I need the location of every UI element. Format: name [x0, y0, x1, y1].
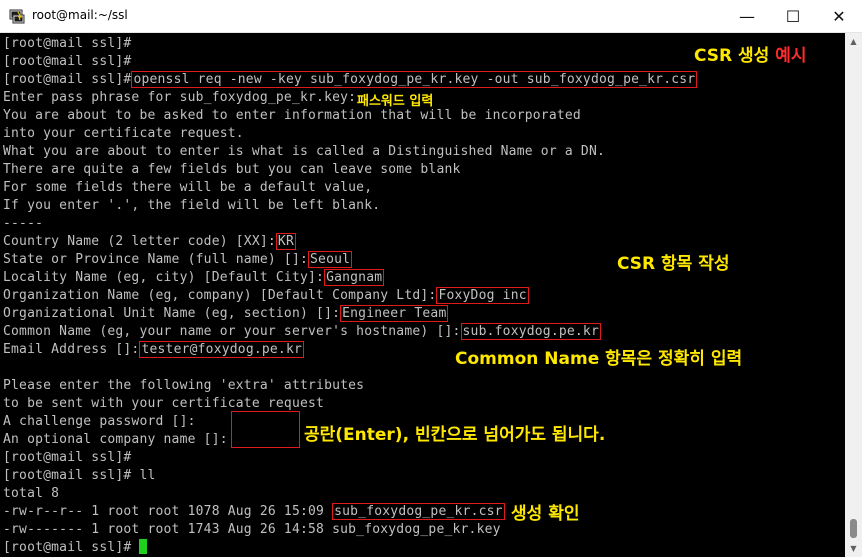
cursor	[139, 539, 148, 554]
terminal-line: [root@mail ssl]# openssl req -new -key su…	[3, 71, 698, 89]
common-name-value: sub.foxydog.pe.kr	[460, 323, 601, 340]
putty-terminal-icon	[9, 9, 25, 24]
annotation-blank: 공란(Enter), 빈칸으로 넘어가도 됩니다.	[304, 425, 606, 445]
state-label: State or Province Name (full name) []:	[3, 252, 309, 267]
terminal-line: into your certificate request.	[3, 126, 244, 141]
terminal-line: [root@mail ssl]#	[3, 36, 132, 51]
blank-fields-highlight	[231, 411, 300, 448]
terminal-line: Enter pass phrase for sub_foxydog_pe_kr.…	[3, 90, 357, 105]
org-value: FoxyDog inc	[436, 287, 529, 304]
terminal-line: Please enter the following 'extra' attri…	[3, 378, 365, 393]
annotation-common-name: Common Name 항목은 정확히 입력	[455, 349, 743, 369]
terminal-line: You are about to be asked to enter infor…	[3, 108, 581, 123]
state-value: Seoul	[308, 251, 353, 268]
terminal-output[interactable]: [root@mail ssl]# [root@mail ssl]# [root@…	[0, 33, 845, 557]
openssl-command: openssl req -new -key sub_foxydog_pe_kr.…	[131, 71, 698, 88]
annotation-text: CSR 생성	[694, 46, 776, 66]
annotation-passphrase: 패스워드 입력	[357, 94, 434, 109]
maximize-icon: ☐	[785, 7, 801, 26]
terminal-line: Organization Name (eg, company) [Default…	[3, 287, 529, 305]
file-meta: -rw-r--r-- 1 root root 1078 Aug 26 15:09	[3, 504, 325, 519]
terminal-line: total 8	[3, 486, 60, 501]
terminal-line: Locality Name (eg, city) [Default City]:…	[3, 269, 385, 287]
terminal-line: Country Name (2 letter code) [XX]: KR	[3, 233, 296, 251]
locality-value: Gangnam	[324, 269, 385, 286]
csr-file-name: sub_foxydog_pe_kr.csr	[332, 503, 505, 520]
scroll-thumb[interactable]	[850, 519, 857, 538]
terminal-line: Organizational Unit Name (eg, section) […	[3, 305, 449, 323]
terminal-line: [root@mail ssl]#	[3, 54, 132, 69]
close-icon: ✕	[832, 7, 846, 26]
scrollbar[interactable]: ▲ ▼	[845, 33, 862, 557]
terminal-line: -rw-r--r-- 1 root root 1078 Aug 26 15:09…	[3, 503, 505, 521]
country-value: KR	[275, 233, 296, 250]
maximize-button[interactable]: ☐	[770, 0, 816, 33]
annotation-generated: 생성 확인	[511, 504, 580, 524]
terminal-line: What you are about to enter is what is c…	[3, 144, 605, 159]
minimize-icon: —	[739, 7, 755, 26]
annotation-text: 예시	[775, 46, 807, 66]
window-title: root@mail:~/ssl	[32, 8, 128, 22]
locality-label: Locality Name (eg, city) [Default City]:	[3, 270, 325, 285]
title-bar: root@mail:~/ssl — ☐ ✕	[0, 0, 862, 33]
terminal-line: For some fields there will be a default …	[3, 180, 373, 195]
prompt: [root@mail ssl]#	[3, 468, 132, 483]
scroll-up-icon[interactable]: ▲	[845, 33, 862, 50]
prompt: [root@mail ssl]#	[3, 540, 132, 555]
terminal-line: An optional company name []:	[3, 432, 228, 447]
terminal-line: There are quite a few fields but you can…	[3, 162, 461, 177]
terminal-line: -rw------- 1 root root 1743 Aug 26 14:58…	[3, 522, 501, 537]
org-label: Organization Name (eg, company) [Default…	[3, 288, 437, 303]
terminal-line: [root@mail ssl]#	[3, 539, 148, 557]
terminal-line: State or Province Name (full name) []: Se…	[3, 251, 353, 269]
unit-label: Organizational Unit Name (eg, section) […	[3, 306, 341, 321]
terminal-line: Common Name (eg, your name or your serve…	[3, 323, 601, 341]
terminal-line: [root@mail ssl]# ll	[3, 467, 156, 485]
terminal-line: If you enter '.', the field will be left…	[3, 198, 381, 213]
common-name-label: Common Name (eg, your name or your serve…	[3, 324, 461, 339]
terminal-line: [root@mail ssl]#	[3, 450, 132, 465]
terminal-line: A challenge password []:	[3, 414, 196, 429]
annotation-csr-fields: CSR 항목 작성	[617, 254, 730, 274]
close-button[interactable]: ✕	[816, 0, 862, 33]
prompt: [root@mail ssl]#	[3, 72, 132, 87]
email-value: tester@foxydog.pe.kr	[139, 341, 305, 358]
scroll-down-icon[interactable]: ▼	[845, 540, 862, 557]
terminal-line: -----	[3, 216, 44, 231]
minimize-button[interactable]: —	[724, 0, 770, 33]
terminal-line: Email Address []: tester@foxydog.pe.kr	[3, 341, 305, 359]
email-label: Email Address []:	[3, 342, 140, 357]
country-label: Country Name (2 letter code) [XX]:	[3, 234, 276, 249]
unit-value: Engineer Team	[340, 305, 449, 322]
annotation-csr-example: CSR 생성 예시	[694, 41, 807, 66]
ll-command: ll	[131, 468, 156, 483]
